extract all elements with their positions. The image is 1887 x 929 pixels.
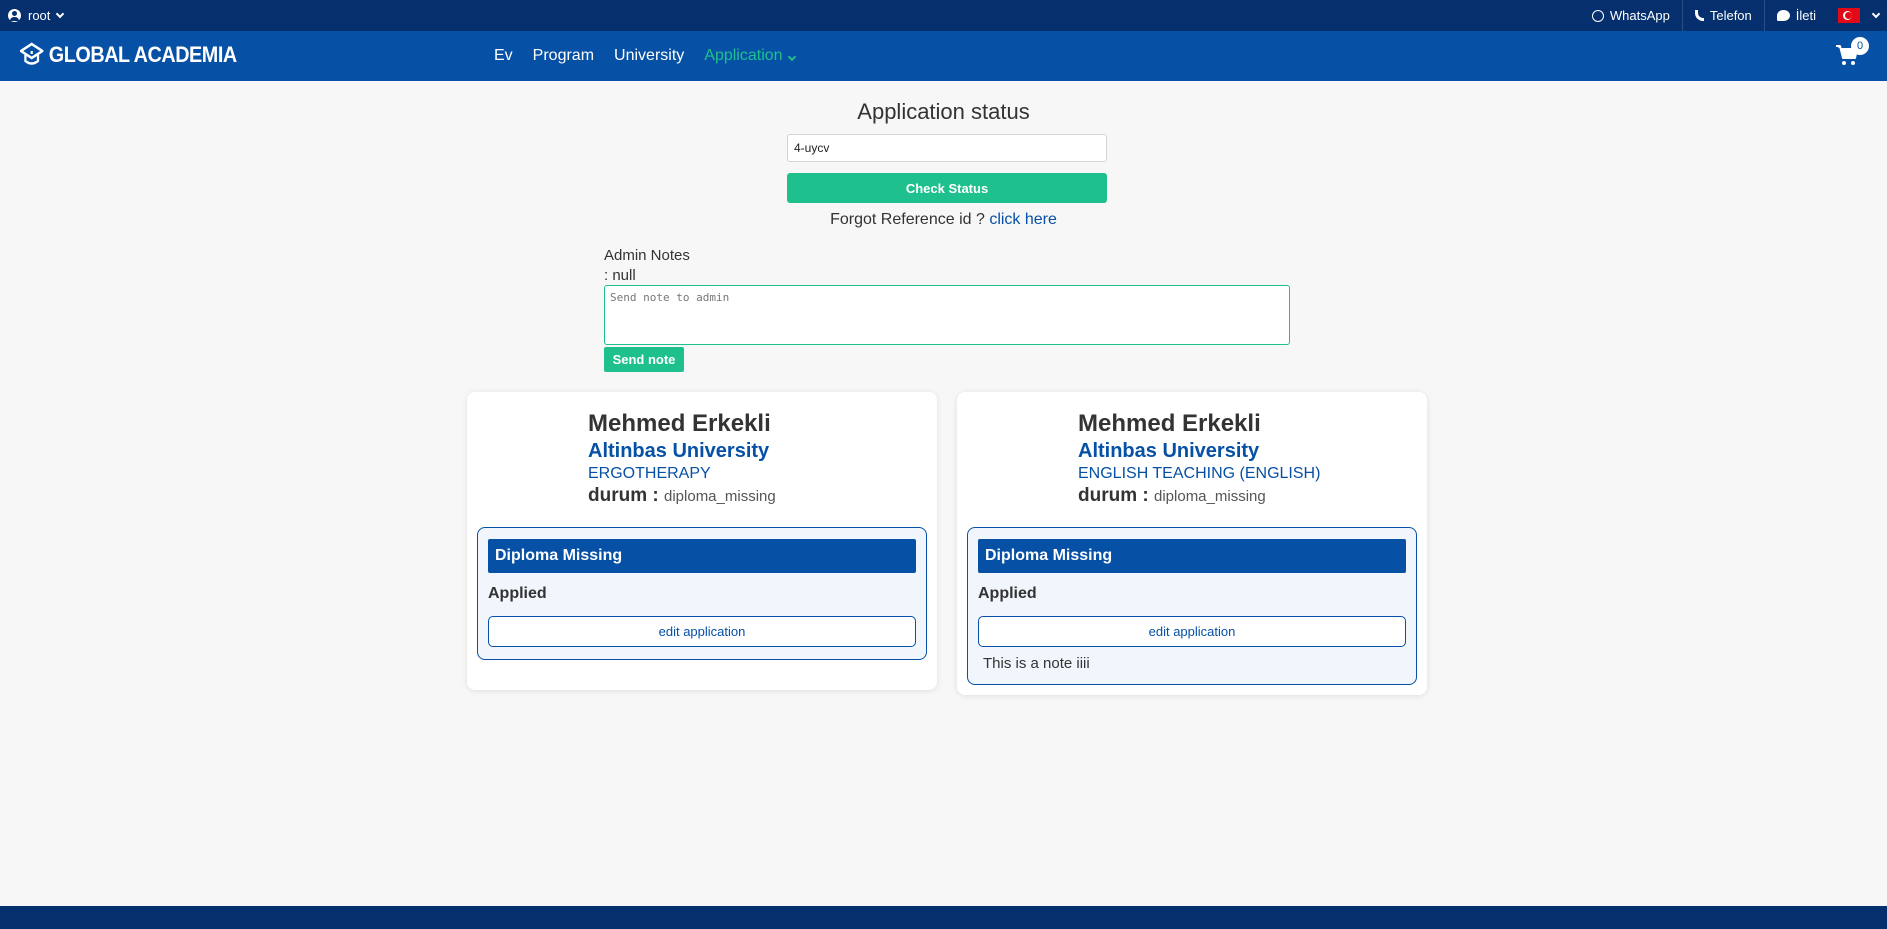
chevron-down-icon: [1871, 9, 1881, 18]
program-name: ERGOTHERAPY: [588, 465, 711, 482]
brand-name: GLOBAL ACADEMIA: [48, 42, 237, 67]
application-note: This is a note iiii: [983, 655, 1090, 672]
turkey-flag-icon: [1838, 8, 1860, 23]
chevron-down-icon: [787, 52, 796, 62]
applicant-name: Mehmed Erkekli: [588, 410, 771, 437]
reference-id-input[interactable]: [787, 134, 1107, 162]
admin-notes-label: Admin Notes: [604, 247, 690, 264]
durum-value: diploma_missing: [1154, 488, 1266, 505]
language-selector[interactable]: [1828, 0, 1881, 31]
check-status-button[interactable]: Check Status: [787, 173, 1107, 203]
durum-label: durum :: [1078, 485, 1149, 506]
nav-application-label: Application: [704, 47, 783, 64]
status-badge: Diploma Missing: [488, 539, 916, 573]
forgot-text: Forgot Reference id ?: [830, 211, 985, 228]
application-status-box: Diploma Missing Applied edit application: [477, 527, 927, 660]
cart-button[interactable]: 0: [1835, 37, 1869, 67]
forgot-reference: Forgot Reference id ? click here: [0, 211, 1887, 229]
card-header: Mehmed Erkekli Altinbas University ERGOT…: [467, 392, 937, 509]
application-state: Applied: [488, 585, 547, 602]
durum-line: durum : diploma_missing: [588, 484, 937, 509]
user-name: root: [28, 8, 51, 23]
click-here-link[interactable]: click here: [989, 211, 1057, 228]
nav-university[interactable]: University: [614, 47, 684, 65]
contact-links: WhatsApp Telefon İleti: [1580, 0, 1881, 31]
university-name: Altinbas University: [1078, 440, 1260, 462]
chevron-down-icon: [56, 9, 65, 18]
applicant-name: Mehmed Erkekli: [1078, 410, 1261, 437]
application-state: Applied: [978, 585, 1037, 602]
user-icon: [8, 9, 21, 22]
nav-ev[interactable]: Ev: [494, 47, 513, 65]
durum-label: durum :: [588, 485, 659, 506]
message-link[interactable]: İleti: [1763, 0, 1828, 31]
card-header: Mehmed Erkekli Altinbas University ENGLI…: [957, 392, 1427, 509]
user-menu[interactable]: root: [8, 8, 65, 23]
phone-label: Telefon: [1709, 8, 1752, 23]
whatsapp-icon: [1591, 9, 1604, 22]
footer: [0, 906, 1887, 929]
cart-count-badge: 0: [1851, 37, 1869, 55]
message-icon: [1776, 10, 1790, 21]
note-to-admin-textarea[interactable]: [604, 285, 1290, 345]
top-bar: root WhatsApp Telefon İleti: [0, 0, 1887, 31]
edit-application-button[interactable]: edit application: [488, 616, 916, 647]
whatsapp-link[interactable]: WhatsApp: [1580, 0, 1682, 31]
application-card: Mehmed Erkekli Altinbas University ENGLI…: [957, 392, 1427, 695]
main-content: Application status Check Status Forgot R…: [0, 81, 1887, 896]
phone-icon: [1694, 10, 1704, 21]
application-status-box: Diploma Missing Applied edit application…: [967, 527, 1417, 685]
nav-links: Ev Program University Application: [494, 31, 815, 81]
admin-notes-value: : null: [604, 267, 636, 284]
main-navbar: GLOBAL ACADEMIA Ev Program University Ap…: [0, 31, 1887, 81]
university-name: Altinbas University: [588, 440, 770, 462]
page-title: Application status: [857, 99, 1030, 124]
program-name: ENGLISH TEACHING (ENGLISH): [1078, 465, 1321, 482]
nav-application[interactable]: Application: [704, 47, 796, 65]
application-card: Mehmed Erkekli Altinbas University ERGOT…: [467, 392, 937, 690]
status-badge: Diploma Missing: [978, 539, 1406, 573]
durum-line: durum : diploma_missing: [1078, 484, 1427, 509]
edit-application-button[interactable]: edit application: [978, 616, 1406, 647]
durum-value: diploma_missing: [664, 488, 776, 505]
admin-notes: Admin Notes : null: [604, 246, 690, 286]
brand-logo[interactable]: GLOBAL ACADEMIA: [20, 42, 237, 68]
whatsapp-label: WhatsApp: [1609, 8, 1670, 23]
message-label: İleti: [1795, 8, 1816, 23]
phone-link[interactable]: Telefon: [1681, 0, 1764, 31]
send-note-button[interactable]: Send note: [604, 347, 684, 372]
nav-program[interactable]: Program: [533, 47, 594, 65]
graduation-cap-icon: [20, 42, 44, 65]
